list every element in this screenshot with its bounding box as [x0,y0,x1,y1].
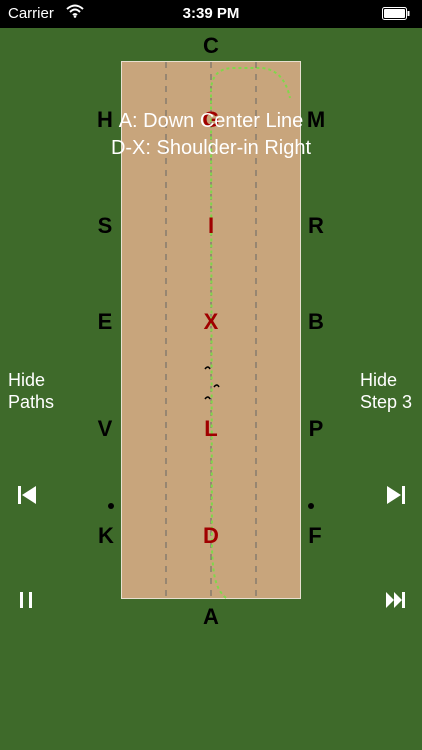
hide-paths-label-1: Hide [8,370,46,390]
marker-a: A [203,604,219,629]
hoof-print [204,366,211,370]
fast-forward-end-icon[interactable] [384,588,408,612]
marker-p: P [308,416,324,441]
skip-next-icon[interactable] [384,483,408,507]
marker-dot-left [108,503,114,509]
marker-v: V [97,416,113,441]
marker-f: F [308,523,322,548]
hide-paths-button[interactable]: Hide Paths [8,369,54,413]
marker-l: L [204,416,218,441]
hide-paths-label-2: Paths [8,392,55,412]
marker-r: R [308,213,324,238]
marker-c: C [203,33,219,58]
marker-k: K [98,523,114,548]
hoof-print [204,396,211,400]
marker-i: I [207,213,215,238]
movement-line-2: D-X: Shoulder-in Right [110,137,312,159]
pause-icon[interactable] [15,588,39,612]
hide-step-button[interactable]: Hide Step 3 [360,369,412,413]
marker-b: B [308,309,324,334]
hide-step-label-1: Hide [360,370,398,390]
hoof-print [213,384,220,388]
marker-x: X [203,309,219,334]
marker-e: E [97,309,113,334]
movement-line-1: A: Down Center Line [118,110,304,132]
skip-previous-icon[interactable] [15,483,39,507]
marker-dot-right [308,503,314,509]
hide-step-label-2: Step 3 [360,392,413,412]
marker-d: D [203,523,219,548]
marker-s: S [97,213,113,238]
